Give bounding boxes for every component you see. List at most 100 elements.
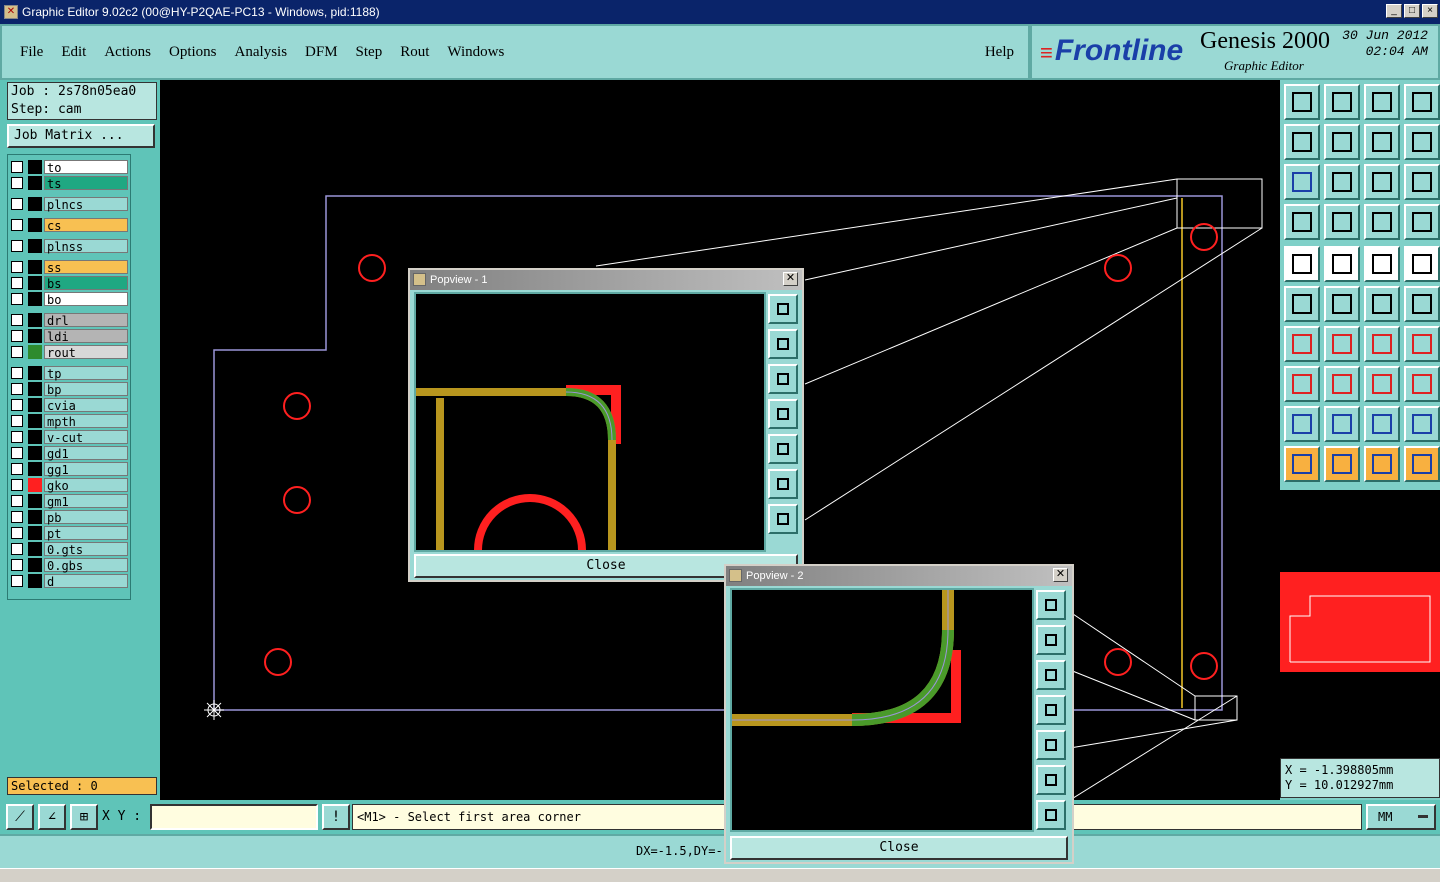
layer-name[interactable]: cs (44, 217, 128, 233)
layer-checkbox[interactable] (11, 526, 23, 539)
cursor-tool-b-icon[interactable] (1324, 446, 1360, 482)
popview-zoom-out-button[interactable] (768, 504, 798, 534)
layer-row-ts[interactable]: ts (10, 175, 128, 191)
pan-down-tool-icon[interactable] (1324, 84, 1360, 120)
layer-color-swatch[interactable] (28, 344, 42, 359)
layer-row-cvia[interactable]: cvia (10, 397, 128, 413)
layer-name[interactable]: plncs (44, 196, 128, 212)
layer-color-swatch[interactable] (28, 525, 42, 540)
layer-row-ss[interactable]: ss (10, 259, 128, 275)
popview-pan-left-button[interactable] (768, 399, 798, 429)
layer-color-swatch[interactable] (28, 429, 42, 444)
layer-checkbox[interactable] (11, 446, 23, 459)
snap-tool-icon[interactable] (1324, 204, 1360, 240)
layer-checkbox[interactable] (11, 218, 23, 231)
layer-row-plnss[interactable]: plnss (10, 238, 128, 254)
layer-checkbox[interactable] (11, 382, 23, 395)
popview-2-close-button[interactable]: Close (730, 836, 1068, 860)
rotate-tool-icon[interactable] (1364, 326, 1400, 362)
layer-name[interactable]: gd1 (44, 445, 128, 461)
popview-pan-up-button[interactable] (768, 329, 798, 359)
layer-row-plncs[interactable]: plncs (10, 196, 128, 212)
layer-color-swatch[interactable] (28, 328, 42, 343)
layer-checkbox[interactable] (11, 176, 23, 189)
popview-zoom-out-button[interactable] (1036, 800, 1066, 830)
layer-name[interactable]: to (44, 159, 128, 175)
layer-checkbox[interactable] (11, 574, 23, 587)
job-matrix-button[interactable]: Job Matrix ... (7, 124, 155, 148)
layer-checkbox[interactable] (11, 478, 23, 491)
pan-right-tool-icon[interactable] (1324, 124, 1360, 160)
layer-checkbox[interactable] (11, 345, 23, 358)
layer-color-swatch[interactable] (28, 196, 42, 211)
layer-checkbox[interactable] (11, 313, 23, 326)
layer-checkbox[interactable] (11, 542, 23, 555)
menu-analysis[interactable]: Analysis (235, 44, 288, 61)
menu-rout[interactable]: Rout (400, 44, 429, 61)
layer-name[interactable]: plnss (44, 238, 128, 254)
maximize-button[interactable]: □ (1404, 4, 1420, 18)
layer-color-swatch[interactable] (28, 397, 42, 412)
layer-color-swatch[interactable] (28, 381, 42, 396)
layer-name[interactable]: ts (44, 175, 128, 191)
menu-actions[interactable]: Actions (104, 44, 151, 61)
popview-2-view[interactable] (730, 588, 1034, 832)
layer-color-swatch[interactable] (28, 238, 42, 253)
menu-edit[interactable]: Edit (61, 44, 86, 61)
layer-checkbox[interactable] (11, 494, 23, 507)
layer-color-swatch[interactable] (28, 259, 42, 274)
menu-dfm[interactable]: DFM (305, 44, 338, 61)
measure-tool-icon[interactable] (1284, 204, 1320, 240)
layer-row-bs[interactable]: bs (10, 275, 128, 291)
layer-name[interactable]: gg1 (44, 461, 128, 477)
layer-tool-a-icon[interactable] (1364, 204, 1400, 240)
popview-zoom-in-button[interactable] (1036, 590, 1066, 620)
layer-checkbox[interactable] (11, 239, 23, 252)
menu-step[interactable]: Step (356, 44, 383, 61)
layer-checkbox[interactable] (11, 398, 23, 411)
layer-name[interactable]: cvia (44, 397, 128, 413)
layer-name[interactable]: pt (44, 525, 128, 541)
grid-mode-button[interactable]: ⊞ (70, 804, 98, 830)
route-tool-icon[interactable] (1404, 446, 1440, 482)
popview-pan-up-button[interactable] (1036, 625, 1066, 655)
layer-checkbox[interactable] (11, 292, 23, 305)
layer-checkbox[interactable] (11, 558, 23, 571)
layer-color-swatch[interactable] (28, 413, 42, 428)
layer-name[interactable]: ldi (44, 328, 128, 344)
pan-up-tool-icon[interactable] (1284, 84, 1320, 120)
layer-checkbox[interactable] (11, 260, 23, 273)
layer-color-swatch[interactable] (28, 493, 42, 508)
popview-pan-down-button[interactable] (1036, 660, 1066, 690)
layer-checkbox[interactable] (11, 462, 23, 475)
layer-checkbox[interactable] (11, 276, 23, 289)
layer-name[interactable]: tp (44, 365, 128, 381)
layer-row-to[interactable]: to (10, 159, 128, 175)
layer-name[interactable]: mpth (44, 413, 128, 429)
layer-color-swatch[interactable] (28, 445, 42, 460)
mirror-tool-icon[interactable] (1404, 326, 1440, 362)
menu-help[interactable]: Help (985, 44, 1014, 61)
undo-tool-icon[interactable] (1364, 124, 1400, 160)
angle-mode-button[interactable]: ∠ (38, 804, 66, 830)
pad-add-tool-icon[interactable] (1284, 366, 1320, 402)
layer-name[interactable]: gm1 (44, 493, 128, 509)
layer-row-cs[interactable]: cs (10, 217, 128, 233)
layer-row-tp[interactable]: tp (10, 365, 128, 381)
popview-2-close-icon[interactable]: ✕ (1053, 568, 1068, 582)
layer-color-swatch[interactable] (28, 557, 42, 572)
home-tool-icon[interactable] (1364, 84, 1400, 120)
snap-mode-button[interactable]: ⟋ (6, 804, 34, 830)
layer-name[interactable]: v-cut (44, 429, 128, 445)
cursor-tool-icon[interactable] (1284, 446, 1320, 482)
connect-tool-b-icon[interactable] (1404, 286, 1440, 322)
zoom-center-tool-icon[interactable] (1324, 164, 1360, 200)
popview-pan-right-button[interactable] (1036, 730, 1066, 760)
angle-tool-icon[interactable] (1284, 406, 1320, 442)
layer-checkbox[interactable] (11, 160, 23, 173)
layer-checkbox[interactable] (11, 414, 23, 427)
layer-row-bp[interactable]: bp (10, 381, 128, 397)
layer-color-swatch[interactable] (28, 312, 42, 327)
popview-fit-button[interactable] (1036, 765, 1066, 795)
menu-windows[interactable]: Windows (447, 44, 504, 61)
